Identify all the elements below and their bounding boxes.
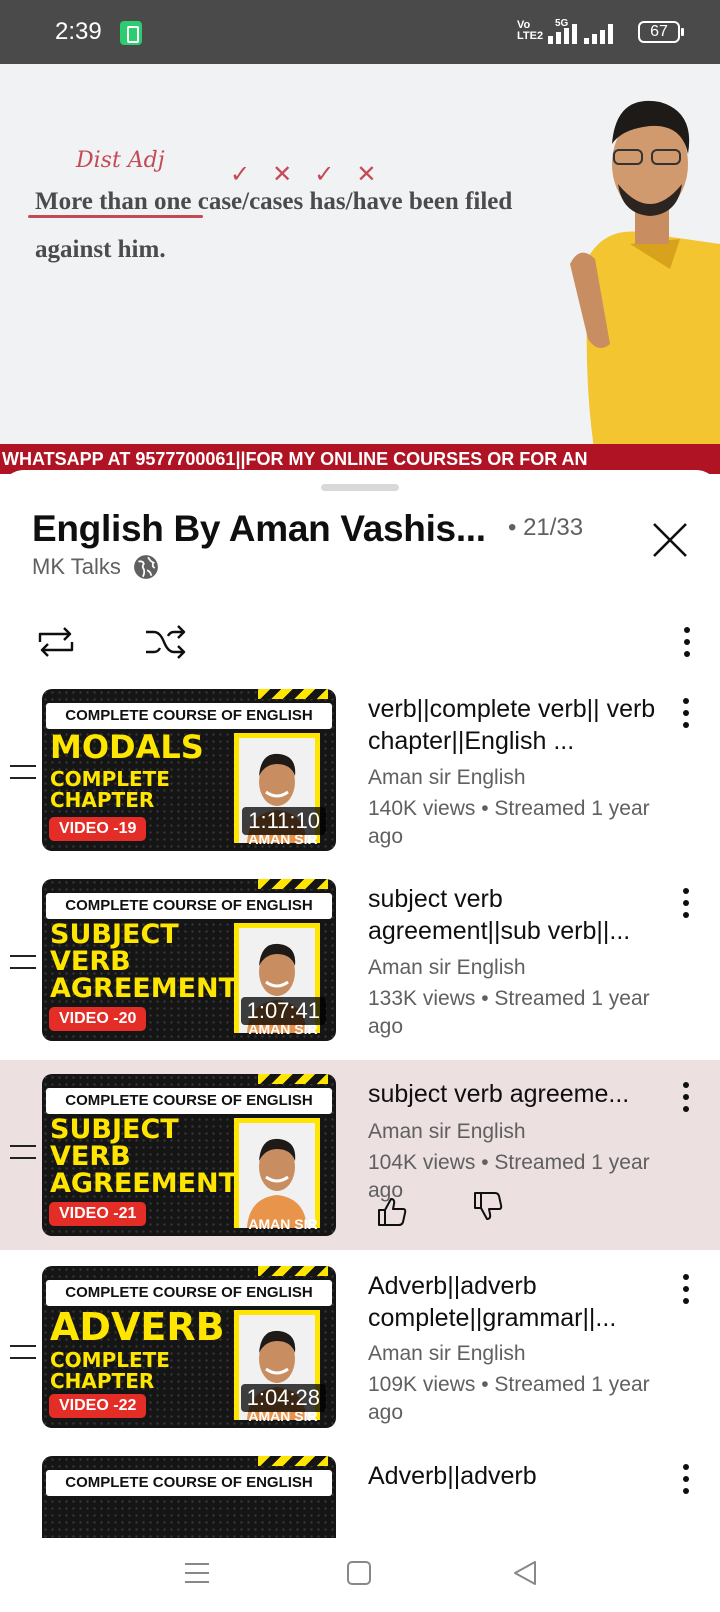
video-channel: Aman sir English — [368, 1342, 526, 1365]
drag-handle-icon[interactable] — [10, 765, 36, 779]
playlist-title: English By Aman Vashis... — [32, 508, 486, 549]
thumbnail-subtitle: COMPLETE CHAPTER — [50, 1348, 170, 1393]
video-thumbnail[interactable]: COMPLETE COURSE OF ENGLISH SUBJECT VERB … — [42, 879, 336, 1041]
video-title[interactable]: subject verb agreement||sub verb||... — [368, 883, 668, 947]
more-vert-icon[interactable] — [674, 884, 698, 924]
video-channel: Aman sir English — [368, 956, 526, 979]
thumbnail-header: COMPLETE COURSE OF ENGLISH — [46, 1088, 332, 1114]
video-title[interactable]: verb||complete verb|| verb chapter||Engl… — [368, 693, 668, 757]
more-vert-icon[interactable] — [674, 694, 698, 734]
video-title[interactable]: Adverb||adverb — [368, 1460, 668, 1492]
duration-badge: 1:07:41 — [240, 997, 326, 1025]
board-text-line-1: More than one case/cases has/have been f… — [35, 188, 513, 215]
video-stats: 140K views • Streamed 1 year ago — [368, 797, 650, 848]
system-navigation-bar — [0, 1538, 720, 1612]
thumbnail-header: COMPLETE COURSE OF ENGLISH — [46, 703, 332, 729]
duration-badge: 1:04:28 — [240, 1384, 326, 1412]
presenter-figure — [570, 100, 720, 474]
signal-icon-2 — [584, 22, 624, 44]
playlist-channel-row: MK Talks — [32, 554, 159, 580]
thumbs-down-icon[interactable] — [472, 1190, 504, 1222]
volte-line-2: LTE2 — [517, 30, 544, 42]
thumbnail-header: COMPLETE COURSE OF ENGLISH — [46, 1280, 332, 1306]
video-title[interactable]: Adverb||adverb complete||grammar||... — [368, 1270, 668, 1334]
more-vert-icon[interactable] — [674, 1270, 698, 1310]
board-underline — [28, 215, 203, 218]
list-item[interactable]: COMPLETE COURSE OF ENGLISH SUBJECT VERB … — [0, 870, 720, 1060]
playlist-panel: English By Aman Vashis... • 21/33 MK Tal… — [0, 470, 720, 1538]
duration-badge: 1:11:10 — [242, 807, 326, 835]
volte-indicator: Vo LTE2 — [517, 20, 543, 42]
thumbnail-header: COMPLETE COURSE OF ENGLISH — [46, 1470, 332, 1496]
playlist-channel[interactable]: MK Talks — [32, 554, 121, 580]
status-bar: 2:39 Vo LTE2 5G 67 — [0, 0, 720, 64]
globe-icon — [133, 555, 158, 579]
signal-icon — [548, 22, 588, 44]
close-icon[interactable] — [650, 520, 690, 560]
video-thumbnail[interactable]: COMPLETE COURSE OF ENGLISH MODALS COMPLE… — [42, 689, 336, 851]
drag-handle-icon[interactable] — [10, 1145, 36, 1159]
presenter-photo — [234, 1118, 320, 1228]
more-vert-icon[interactable] — [674, 1460, 698, 1500]
drag-handle-icon[interactable] — [10, 1345, 36, 1359]
more-vert-icon[interactable] — [674, 1078, 698, 1118]
recent-apps-icon[interactable] — [182, 1558, 212, 1588]
status-time: 2:39 — [55, 18, 102, 45]
video-thumbnail[interactable]: COMPLETE COURSE OF ENGLISH — [42, 1456, 336, 1538]
handwritten-note: Dist Adj — [76, 148, 165, 173]
repeat-icon[interactable] — [34, 620, 78, 664]
board-text-line-2: against him. — [35, 236, 166, 263]
video-title[interactable]: subject verb agreeme... — [368, 1078, 668, 1110]
thumbs-up-icon[interactable] — [376, 1196, 408, 1228]
video-number-badge: VIDEO -21 — [49, 1202, 147, 1226]
video-stats: 109K views • Streamed 1 year ago — [368, 1373, 650, 1424]
drag-handle-icon[interactable] — [10, 955, 36, 969]
sheet-drag-handle[interactable] — [321, 484, 399, 491]
presenter-name: AMAN SIR — [248, 1216, 318, 1232]
video-number-badge: VIDEO -20 — [49, 1007, 147, 1031]
list-item[interactable]: COMPLETE COURSE OF ENGLISH MODALS COMPLE… — [0, 680, 720, 870]
more-vert-icon[interactable] — [672, 622, 702, 662]
video-number-badge: VIDEO -22 — [49, 1394, 147, 1418]
video-thumbnail[interactable]: COMPLETE COURSE OF ENGLISH SUBJECT VERB … — [42, 1074, 336, 1236]
video-stats: 133K views • Streamed 1 year ago — [368, 987, 650, 1038]
battery-icon: 67 — [638, 21, 684, 43]
back-icon[interactable] — [510, 1558, 540, 1588]
video-stats: 104K views • Streamed 1 year ago — [368, 1151, 650, 1202]
video-player[interactable]: Dist Adj ✓✕✓✕ More than one case/cases h… — [0, 64, 720, 474]
list-item[interactable]: COMPLETE COURSE OF ENGLISH Adverb||adver… — [0, 1440, 720, 1538]
video-channel: Aman sir English — [368, 1120, 526, 1143]
list-item[interactable]: COMPLETE COURSE OF ENGLISH ADVERB COMPLE… — [0, 1250, 720, 1440]
list-item-now-playing[interactable]: COMPLETE COURSE OF ENGLISH SUBJECT VERB … — [0, 1060, 720, 1250]
tick-marks: ✓✕✓✕ — [230, 161, 399, 188]
thumbnail-header: COMPLETE COURSE OF ENGLISH — [46, 893, 332, 919]
video-channel: Aman sir English — [368, 766, 526, 789]
thumbnail-subtitle: COMPLETE CHAPTER — [50, 767, 170, 812]
video-thumbnail[interactable]: COMPLETE COURSE OF ENGLISH ADVERB COMPLE… — [42, 1266, 336, 1428]
home-icon[interactable] — [344, 1558, 374, 1588]
video-number-badge: VIDEO -19 — [49, 817, 147, 841]
playlist-position: • 21/33 — [508, 514, 584, 541]
battery-saver-icon — [120, 21, 142, 45]
shuffle-icon[interactable] — [144, 620, 188, 664]
